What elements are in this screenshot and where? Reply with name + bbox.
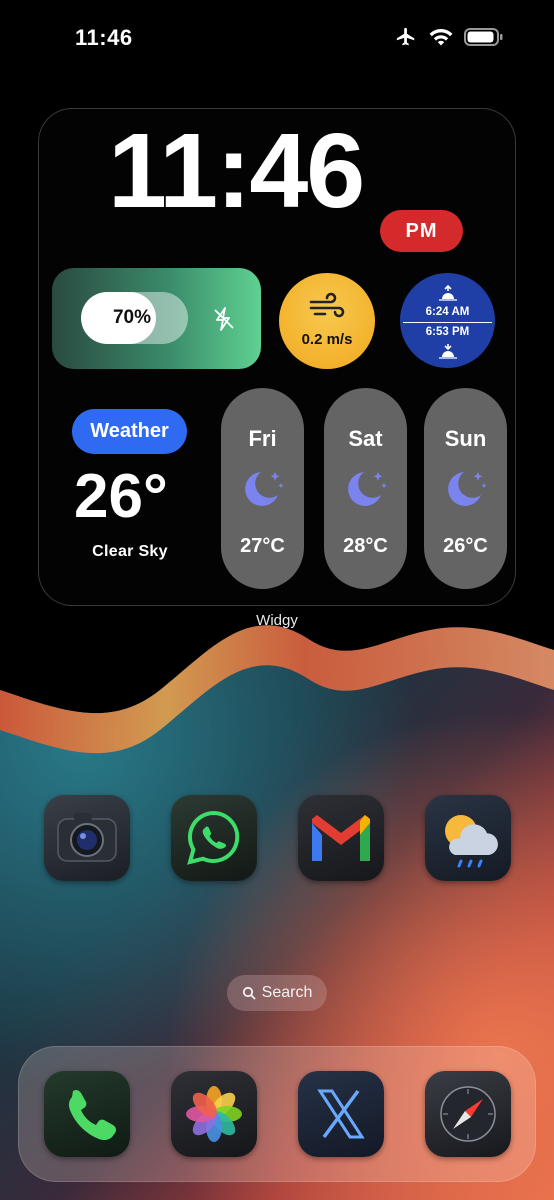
sunset-time: 6:53 PM — [425, 326, 470, 338]
widget-label: Widgy — [256, 612, 298, 629]
dock-phone-app[interactable] — [44, 1071, 130, 1157]
forecast-pill: Sat 28°C — [324, 388, 407, 589]
camera-app[interactable] — [44, 795, 130, 881]
dock-photos-app[interactable] — [171, 1071, 257, 1157]
weather-cloud-rain-icon — [445, 815, 498, 868]
sunset-icon — [439, 344, 457, 359]
whatsapp-app[interactable] — [171, 795, 257, 881]
wind-value: 0.2 m/s — [301, 331, 353, 348]
airplane-icon — [396, 27, 415, 46]
status-bar: 11:46 — [0, 0, 554, 76]
forecast-day: Sun — [444, 426, 487, 451]
forecast-day: Sat — [348, 426, 383, 451]
forecast-pill: Sun 26°C — [424, 388, 507, 589]
gmail-icon — [312, 815, 370, 861]
forecast-temp: 28°C — [343, 535, 388, 557]
gmail-app[interactable] — [298, 795, 384, 881]
camera-icon — [57, 813, 117, 862]
sunrise-time: 6:24 AM — [425, 306, 470, 318]
widget-clock: 11:46 — [108, 112, 365, 230]
moon-stars-icon — [245, 472, 284, 506]
wifi-icon — [429, 29, 453, 46]
search-label: Search — [261, 984, 313, 1001]
dock-x-app[interactable] — [298, 1071, 384, 1157]
wind-icon — [309, 292, 345, 318]
weather-app[interactable] — [425, 795, 511, 881]
battery-icon — [464, 28, 503, 46]
compass-icon — [440, 1086, 496, 1142]
forecast-temp: 27°C — [240, 535, 285, 557]
forecast-pill: Fri 27°C — [221, 388, 304, 589]
forecast-day: Fri — [248, 426, 277, 451]
phone-icon — [68, 1089, 117, 1141]
status-icons — [394, 26, 504, 48]
battery-card: 70% — [52, 268, 261, 369]
wind-circle: 0.2 m/s — [279, 273, 375, 369]
moon-stars-icon — [448, 472, 487, 506]
battery-percent: 70% — [112, 307, 152, 328]
dock-safari-app[interactable] — [425, 1071, 511, 1157]
moon-stars-icon — [348, 472, 387, 506]
charging-bolt-off-icon — [214, 307, 234, 331]
whatsapp-icon — [187, 810, 240, 865]
ampm-badge: PM — [380, 210, 463, 252]
spotlight-search-button[interactable]: Search — [227, 975, 327, 1011]
forecast-temp: 26°C — [443, 535, 488, 557]
weather-condition: Clear Sky — [92, 543, 168, 560]
status-time: 11:46 — [75, 25, 133, 50]
sunrise-icon — [439, 285, 457, 301]
search-icon — [242, 986, 256, 1000]
photos-icon — [186, 1086, 242, 1142]
x-icon — [317, 1089, 365, 1139]
horizon-line — [403, 322, 492, 323]
weather-badge: Weather — [72, 409, 187, 454]
sunrise-sunset-circle: 6:24 AM 6:53 PM — [400, 273, 495, 368]
current-temperature: 26° — [74, 462, 168, 531]
